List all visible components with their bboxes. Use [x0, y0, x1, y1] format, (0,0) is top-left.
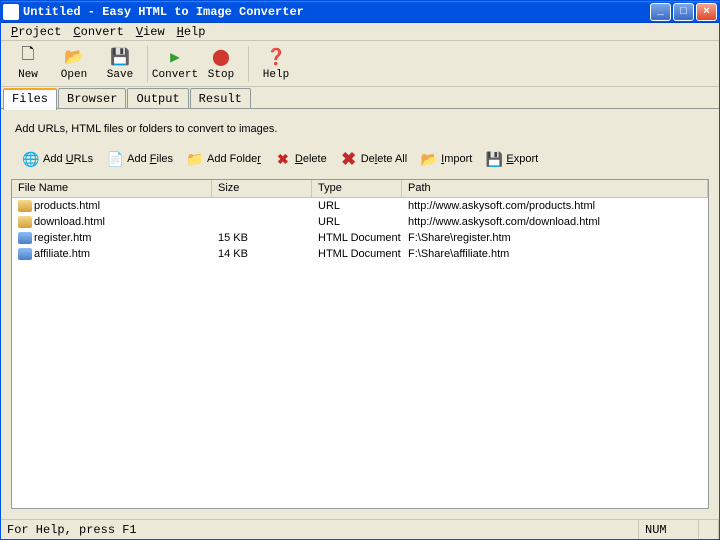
col-header-name[interactable]: File Name	[12, 180, 212, 197]
menu-view[interactable]: View	[130, 24, 171, 40]
col-header-size[interactable]: Size	[212, 180, 312, 197]
delete-all-icon: ✖	[341, 151, 357, 167]
add-files-button[interactable]: 📄Add Files	[103, 149, 177, 169]
statusbar: For Help, press F1 NUM	[1, 519, 719, 539]
maximize-button[interactable]: □	[673, 3, 694, 21]
new-button[interactable]: 🗋New	[5, 43, 51, 85]
delete-button[interactable]: ✖Delete	[271, 149, 331, 169]
delete-all-button[interactable]: ✖Delete All	[337, 149, 411, 169]
file-icon	[18, 200, 32, 212]
actions-bar: 🌐Add URLs 📄Add Files 📁Add Folder ✖Delete…	[11, 145, 709, 179]
menu-convert[interactable]: Convert	[67, 24, 129, 40]
tab-output[interactable]: Output	[127, 88, 188, 109]
stop-icon: ⬤	[211, 47, 231, 67]
window-controls: _ □ ×	[650, 3, 717, 21]
minimize-button[interactable]: _	[650, 3, 671, 21]
table-row[interactable]: products.htmlURLhttp://www.askysoft.com/…	[12, 198, 708, 214]
globe-icon: 🌐	[23, 151, 39, 167]
tabs: Files Browser Output Result	[1, 87, 719, 109]
folder-plus-icon: 📁	[187, 151, 203, 167]
status-numlock: NUM	[639, 520, 699, 539]
add-urls-button[interactable]: 🌐Add URLs	[19, 149, 97, 169]
open-button[interactable]: 📂Open	[51, 43, 97, 85]
file-list[interactable]: File Name Size Type Path products.htmlUR…	[11, 179, 709, 509]
col-header-type[interactable]: Type	[312, 180, 402, 197]
menu-help[interactable]: Help	[171, 24, 212, 40]
list-body: products.htmlURLhttp://www.askysoft.com/…	[12, 198, 708, 262]
app-window: Untitled - Easy HTML to Image Converter …	[0, 0, 720, 540]
col-header-path[interactable]: Path	[402, 180, 708, 197]
open-icon: 📂	[64, 47, 84, 67]
tab-result[interactable]: Result	[190, 88, 251, 109]
menu-project[interactable]: Project	[5, 24, 67, 40]
titlebar[interactable]: Untitled - Easy HTML to Image Converter …	[1, 1, 719, 23]
toolbar-separator	[147, 46, 148, 82]
help-icon: ❓	[266, 47, 286, 67]
new-icon: 🗋	[18, 47, 38, 67]
title-text: Untitled - Easy HTML to Image Converter	[23, 5, 650, 19]
tab-browser[interactable]: Browser	[58, 88, 126, 109]
import-button[interactable]: 📂Import	[417, 149, 476, 169]
save-button[interactable]: 💾Save	[97, 43, 143, 85]
close-button[interactable]: ×	[696, 3, 717, 21]
toolbar: 🗋New 📂Open 💾Save ▶Convert ⬤Stop ❓Help	[1, 41, 719, 87]
export-button[interactable]: 💾Export	[482, 149, 542, 169]
add-folder-button[interactable]: 📁Add Folder	[183, 149, 265, 169]
convert-button[interactable]: ▶Convert	[152, 43, 198, 85]
hint-text: Add URLs, HTML files or folders to conve…	[15, 123, 709, 135]
tab-files[interactable]: Files	[3, 88, 57, 110]
status-text: For Help, press F1	[1, 520, 639, 539]
table-row[interactable]: download.htmlURLhttp://www.askysoft.com/…	[12, 214, 708, 230]
help-button[interactable]: ❓Help	[253, 43, 299, 85]
import-icon: 📂	[421, 151, 437, 167]
file-plus-icon: 📄	[107, 151, 123, 167]
export-icon: 💾	[486, 151, 502, 167]
app-icon	[3, 4, 19, 20]
file-icon	[18, 248, 32, 260]
save-icon: 💾	[110, 47, 130, 67]
menubar: Project Convert View Help	[1, 23, 719, 41]
delete-icon: ✖	[275, 151, 291, 167]
toolbar-separator	[248, 46, 249, 82]
table-row[interactable]: affiliate.htm14 KBHTML DocumentF:\Share\…	[12, 246, 708, 262]
stop-button[interactable]: ⬤Stop	[198, 43, 244, 85]
file-icon	[18, 232, 32, 244]
file-icon	[18, 216, 32, 228]
table-row[interactable]: register.htm15 KBHTML DocumentF:\Share\r…	[12, 230, 708, 246]
list-header: File Name Size Type Path	[12, 180, 708, 198]
convert-icon: ▶	[165, 47, 185, 67]
resize-grip[interactable]	[699, 520, 719, 539]
tab-content: Add URLs, HTML files or folders to conve…	[1, 109, 719, 519]
